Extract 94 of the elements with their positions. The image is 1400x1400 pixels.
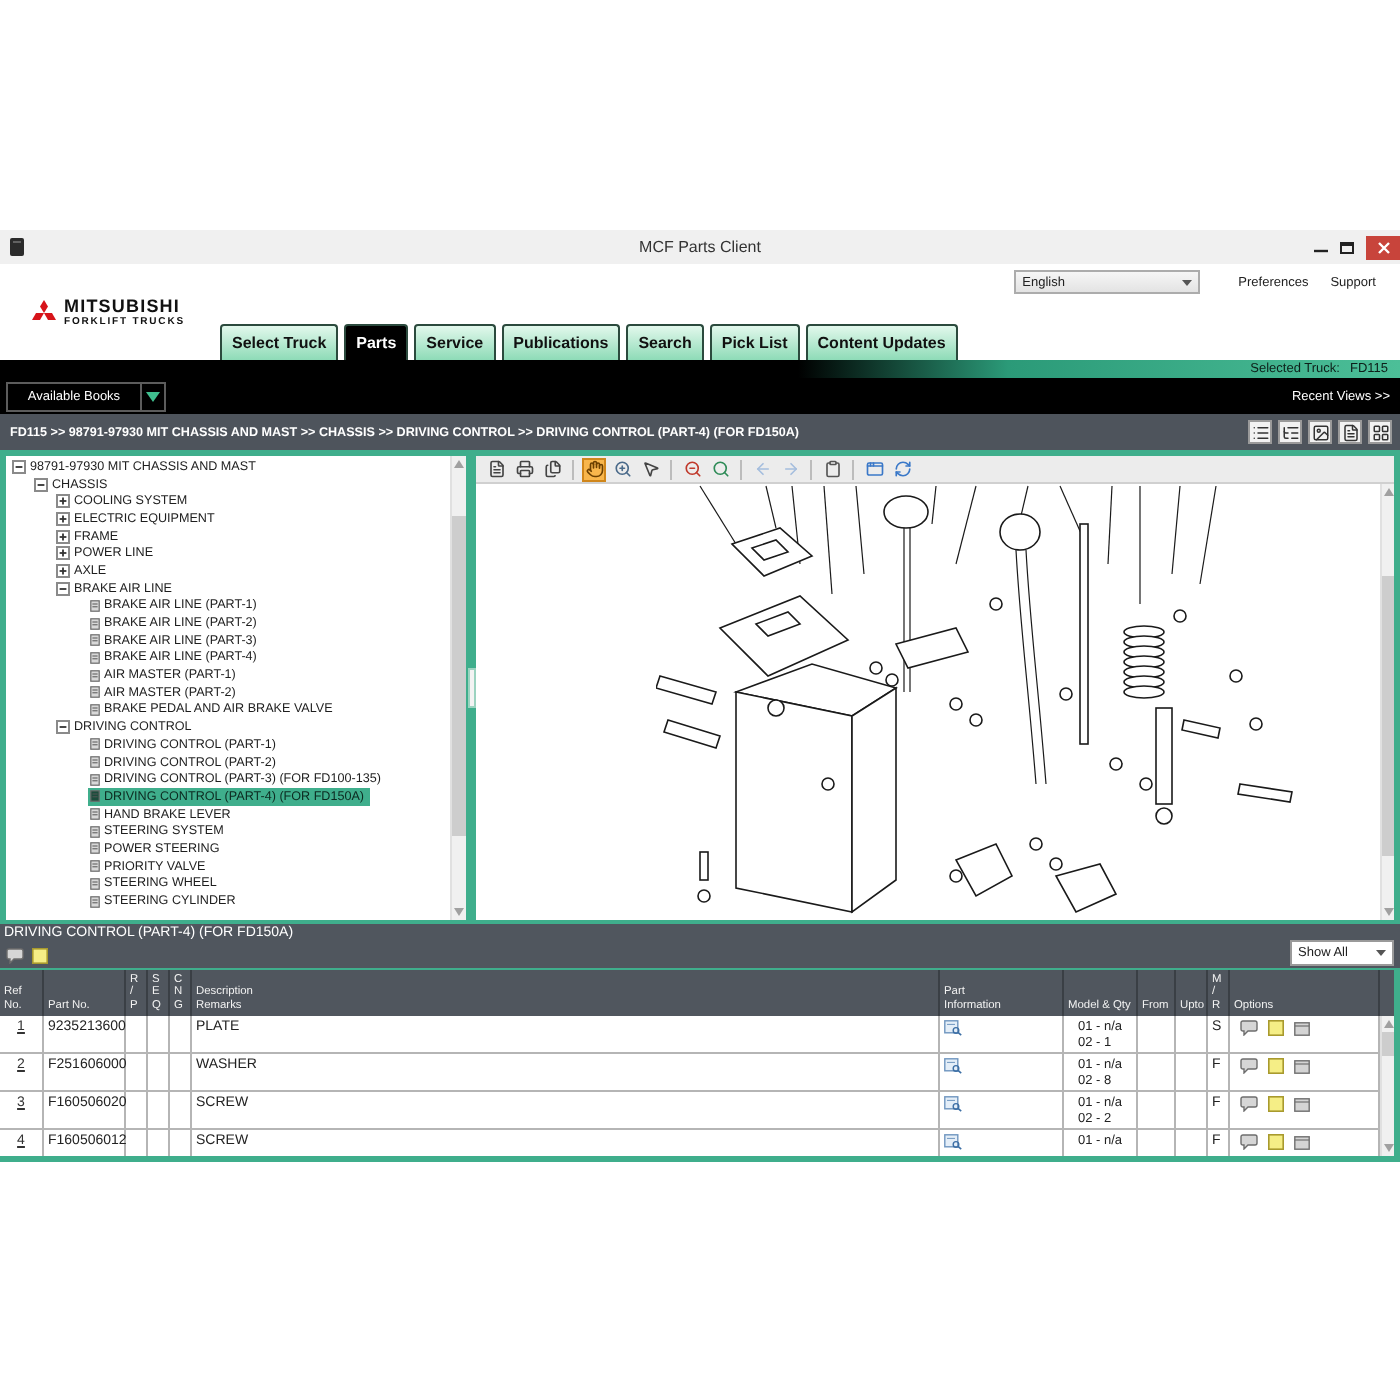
expand-icon[interactable] — [56, 546, 70, 561]
table-cell — [1138, 1016, 1176, 1054]
expand-icon[interactable] — [56, 494, 70, 509]
collapse-icon[interactable] — [56, 720, 70, 735]
brand-name: MITSUBISHI — [64, 297, 183, 315]
scroll-thumb[interactable] — [1382, 1032, 1394, 1056]
page-icon — [90, 686, 100, 699]
comment-icon[interactable] — [6, 948, 24, 964]
table-cell — [1138, 1092, 1176, 1130]
table-cell — [126, 1092, 148, 1130]
box-icon[interactable] — [1294, 1097, 1310, 1111]
table-cell — [1176, 1016, 1208, 1054]
hand-icon[interactable] — [582, 457, 606, 481]
refresh-icon[interactable] — [890, 457, 914, 481]
page-icon — [90, 808, 100, 821]
tree-list-icon[interactable] — [1278, 420, 1302, 444]
collapse-icon[interactable] — [56, 581, 70, 596]
page-icon — [90, 756, 100, 769]
table-cell — [170, 1016, 192, 1054]
caret-icon — [146, 391, 160, 401]
nav-tab[interactable]: Parts — [344, 324, 409, 360]
scrollbar[interactable] — [1380, 484, 1394, 920]
table-cell — [1138, 1054, 1176, 1092]
comment-icon[interactable] — [1240, 1020, 1258, 1036]
nav-tab[interactable]: Content Updates — [805, 324, 958, 360]
maximize-icon[interactable] — [1340, 241, 1354, 253]
nav-tab[interactable]: Pick List — [709, 324, 800, 360]
document-search-icon[interactable] — [944, 1020, 962, 1036]
nav-tab[interactable]: Select Truck — [220, 324, 339, 360]
zoom-out-icon[interactable] — [680, 457, 704, 481]
page-icon — [90, 669, 100, 682]
page-icon — [90, 703, 100, 716]
nav-tab[interactable]: Search — [626, 324, 704, 360]
splitter-handle[interactable] — [467, 668, 475, 708]
page-icon — [90, 634, 100, 647]
expand-icon[interactable] — [56, 511, 70, 526]
document-search-icon[interactable] — [944, 1058, 962, 1074]
table-cell — [126, 1054, 148, 1092]
scrollbar[interactable] — [1380, 1016, 1394, 1156]
table-cell — [170, 1092, 192, 1130]
window-icon[interactable] — [862, 457, 886, 481]
comment-icon[interactable] — [1240, 1058, 1258, 1074]
page-icon — [90, 860, 100, 873]
grid-icon[interactable] — [1368, 420, 1392, 444]
page-icon — [90, 738, 100, 751]
box-icon[interactable] — [1294, 1059, 1310, 1073]
table-cell — [170, 1054, 192, 1092]
scroll-thumb[interactable] — [1382, 576, 1394, 856]
document-icon[interactable] — [1338, 420, 1362, 444]
document-search-icon[interactable] — [944, 1134, 962, 1150]
nav-tab[interactable]: Publications — [501, 324, 621, 360]
search-icon[interactable] — [708, 457, 732, 481]
expand-icon[interactable] — [56, 563, 70, 578]
page-icon — [90, 599, 100, 612]
page-icon — [90, 651, 100, 664]
document-search-icon[interactable] — [944, 1096, 962, 1112]
table-cell — [1176, 1054, 1208, 1092]
table-cell — [148, 1092, 170, 1130]
documents-icon[interactable] — [540, 457, 564, 481]
close-button[interactable] — [1366, 235, 1400, 259]
page-icon — [90, 617, 100, 630]
printer-icon[interactable] — [512, 457, 536, 481]
scroll-thumb[interactable] — [452, 516, 466, 836]
caret-icon — [1376, 950, 1386, 956]
collapse-icon[interactable] — [34, 477, 48, 492]
nav-tab[interactable]: Service — [414, 324, 496, 360]
page-icon — [90, 825, 100, 838]
box-icon[interactable] — [1294, 1135, 1310, 1149]
box-icon[interactable] — [1294, 1021, 1310, 1035]
image-icon[interactable] — [1308, 420, 1332, 444]
list-icon[interactable] — [1248, 420, 1272, 444]
page-icon — [90, 773, 100, 786]
scrollbar[interactable] — [450, 456, 466, 920]
diamond-logo-icon — [30, 299, 58, 325]
document-icon[interactable] — [484, 457, 508, 481]
table-cell — [148, 1016, 170, 1054]
zoom-in-icon[interactable] — [610, 457, 634, 481]
expand-icon[interactable] — [56, 529, 70, 544]
clipboard-icon[interactable] — [820, 457, 844, 481]
page-icon — [90, 895, 100, 908]
window-title: MCF Parts Client — [639, 238, 761, 256]
table-cell — [148, 1054, 170, 1092]
pointer-icon[interactable] — [638, 457, 662, 481]
page-icon — [90, 790, 100, 803]
app-icon — [10, 238, 24, 256]
comment-icon[interactable] — [1240, 1096, 1258, 1112]
comment-icon[interactable] — [1240, 1134, 1258, 1150]
table-cell — [126, 1016, 148, 1054]
page-icon — [90, 842, 100, 855]
table-cell — [1176, 1092, 1208, 1130]
caret-icon — [1182, 279, 1193, 285]
page-icon — [90, 877, 100, 890]
close-icon — [1377, 241, 1389, 253]
collapse-icon[interactable] — [12, 459, 26, 474]
